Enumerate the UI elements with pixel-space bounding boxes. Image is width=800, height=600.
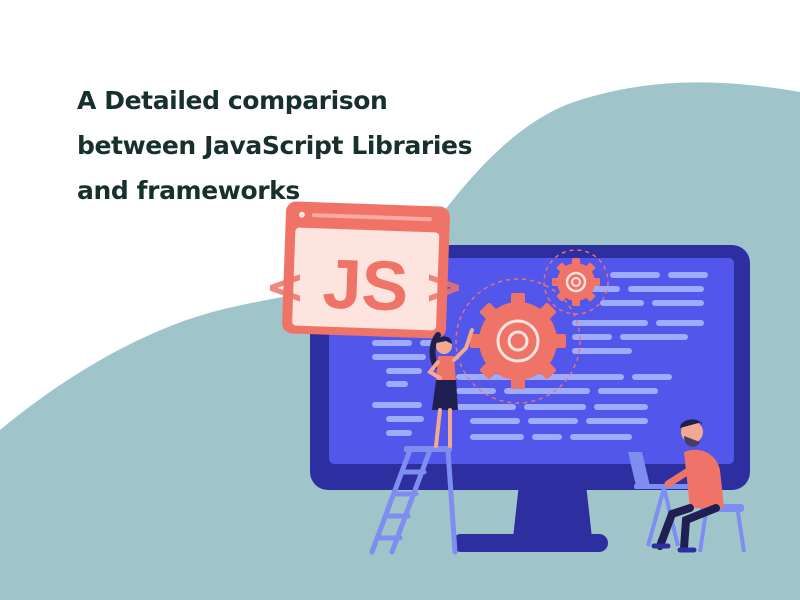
page-title: A Detailed comparison between JavaScript…: [77, 78, 472, 213]
title-line-1: A Detailed comparison: [77, 86, 388, 115]
left-chevron-icon: <: [265, 259, 305, 315]
small-gear-icon: [552, 258, 600, 306]
js-badge-text: JS: [321, 245, 409, 326]
title-line-3: and frameworks: [77, 176, 300, 205]
title-line-2: between JavaScript Libraries: [77, 131, 473, 160]
large-gear-icon: [470, 293, 566, 389]
right-chevron-icon: >: [424, 259, 464, 315]
